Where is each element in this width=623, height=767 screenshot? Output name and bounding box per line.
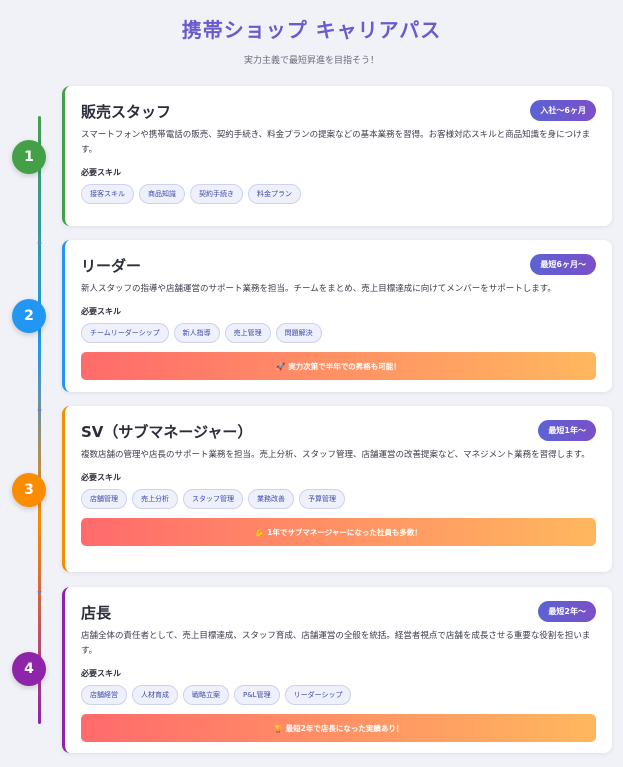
arrow-down-icon: ↓ (35, 235, 45, 248)
skill-tags: 店舗経営 人材育成 戦略立案 P&L管理 リーダーシップ (81, 685, 596, 705)
skill-tags: チームリーダーシップ 新人指導 売上管理 問題解決 (81, 323, 596, 343)
step-description: スマートフォンや携帯電話の販売、契約手続き、料金プランの提案などの基本業務を習得… (81, 130, 591, 155)
timeline-line (38, 116, 41, 724)
career-step-card-sv: SV（サブマネージャー） 最短1年〜 複数店舗の管理や店長のサポート業務を担当。… (62, 406, 612, 572)
skill-tag: 売上管理 (224, 323, 271, 343)
step-title: 販売スタッフ (81, 103, 172, 121)
highlight-banner: 🏆 最短2年で店長になった実績あり！ (81, 714, 596, 742)
step-circle-1: 1 (12, 140, 46, 174)
skill-tag: 料金プラン (248, 184, 301, 204)
arrow-down-icon: ↓ (35, 584, 45, 597)
step-description: 複数店舗の管理や店長のサポート業務を担当。売上分析、スタッフ管理、店舗運営の改善… (81, 450, 590, 460)
skill-tag: 商品知識 (139, 184, 185, 204)
skill-tag: リーダーシップ (284, 685, 352, 705)
step-circle-3: 3 (12, 473, 46, 507)
skill-tag: 店舗管理 (81, 489, 127, 509)
page-title: 携帯ショップ キャリアパス (181, 18, 442, 42)
skill-tag: P&L管理 (234, 685, 280, 705)
step-description: 新人スタッフの指導や店舗運営のサポート業務を担当。チームをまとめ、売上目標達成に… (81, 284, 556, 294)
career-step-card-leader: リーダー 最短6ヶ月〜 新人スタッフの指導や店舗運営のサポート業務を担当。チーム… (62, 240, 612, 392)
skill-tag: 契約手続き (190, 184, 243, 204)
highlight-banner: 🚀 実力次第で半年での昇格も可能！ (81, 352, 596, 380)
skills-label: 必要スキル (81, 473, 121, 482)
skill-tag: 問題解決 (275, 323, 322, 343)
career-step-card-store-manager: 店長 最短2年〜 店舗全体の責任者として、売上目標達成、スタッフ育成、店舗運営の… (62, 587, 612, 753)
step-description: 店舗全体の責任者として、売上目標達成、スタッフ育成、店舗運営の全般を統括。経営者… (81, 631, 591, 656)
skills-label: 必要スキル (81, 168, 121, 177)
skill-tags: 接客スキル 商品知識 契約手続き 料金プラン (81, 184, 596, 204)
skill-tags: 店舗管理 売上分析 スタッフ管理 業務改善 予算管理 (81, 489, 596, 509)
skills-label: 必要スキル (81, 307, 121, 316)
skill-tag: 売上分析 (132, 489, 178, 509)
period-badge: 最短6ヶ月〜 (530, 254, 596, 275)
skill-tag: チームリーダーシップ (81, 323, 169, 343)
skills-label: 必要スキル (81, 669, 121, 678)
career-step-card-sales-staff: 販売スタッフ 入社〜6ヶ月 スマートフォンや携帯電話の販売、契約手続き、料金プラ… (62, 86, 612, 226)
step-circle-2: 2 (12, 299, 46, 333)
highlight-banner: 💪 1年でサブマネージャーになった社員も多数！ (81, 518, 596, 546)
skill-tag: 店舗経営 (81, 685, 127, 705)
skill-tag: 予算管理 (299, 489, 345, 509)
skill-tag: 戦略立案 (183, 685, 229, 705)
step-title: 店長 (81, 604, 112, 622)
step-circle-4: 4 (12, 652, 46, 686)
period-badge: 最短2年〜 (538, 601, 596, 622)
skill-tag: 業務改善 (248, 489, 294, 509)
skill-tag: 人材育成 (132, 685, 178, 705)
period-badge: 最短1年〜 (538, 420, 596, 441)
skill-tag: 新人指導 (173, 323, 220, 343)
skill-tag: 接客スキル (81, 184, 134, 204)
step-title: SV（サブマネージャー） (81, 423, 253, 441)
arrow-down-icon: ↓ (35, 402, 45, 415)
step-title: リーダー (81, 257, 142, 275)
period-badge: 入社〜6ヶ月 (530, 100, 596, 121)
skill-tag: スタッフ管理 (183, 489, 243, 509)
page-subtitle: 実力主義で最短昇進を目指そう！ (243, 56, 379, 66)
